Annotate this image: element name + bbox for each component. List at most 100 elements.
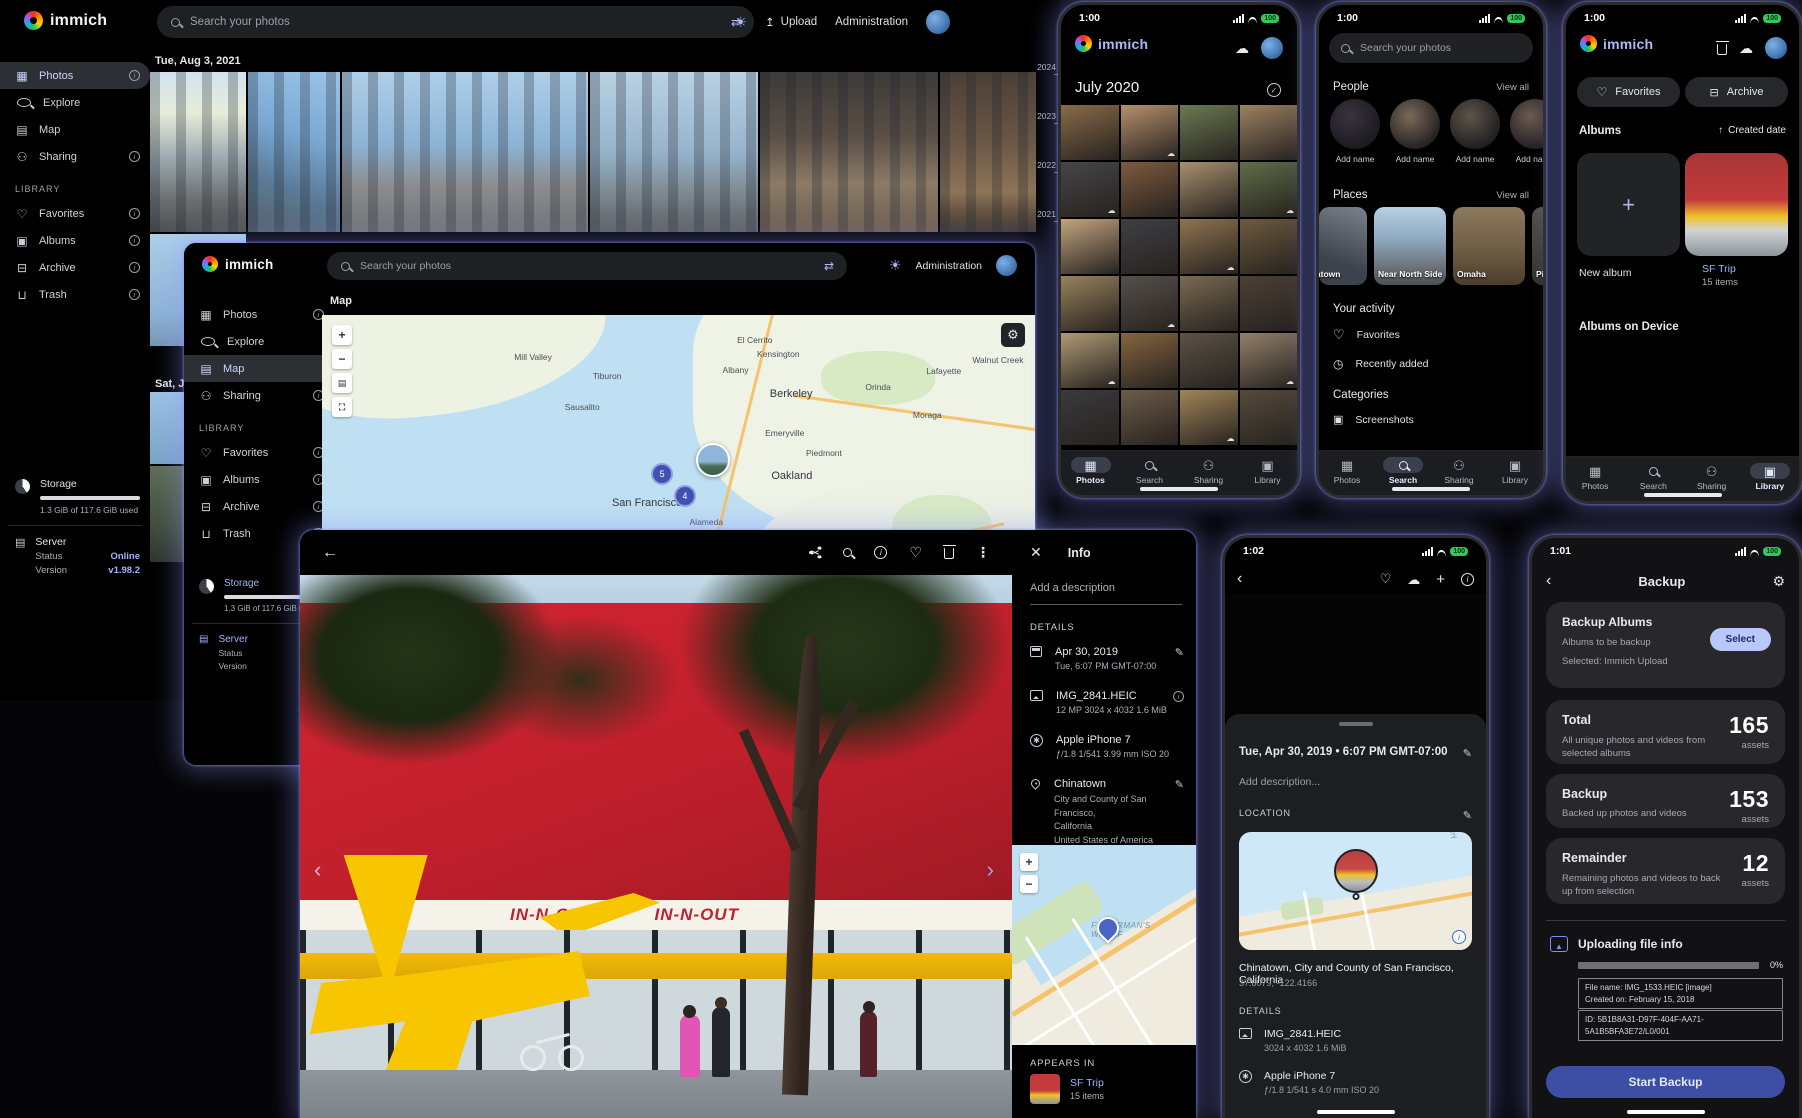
nav-item-sharing[interactable]: ⚇Sharing: [1189, 457, 1229, 485]
photo-thumbnail[interactable]: [1061, 105, 1119, 160]
timeline-scrubber[interactable]: 2024202320222021: [1036, 50, 1060, 250]
sidebar-item-photos[interactable]: ▦Photosi: [0, 62, 150, 89]
zoom-in-button[interactable]: +: [1020, 853, 1038, 871]
photo-thumbnail[interactable]: [1121, 390, 1179, 445]
sidebar-item-map[interactable]: ▤Map: [184, 355, 334, 382]
photo-thumbnail[interactable]: [1121, 162, 1179, 217]
person-item[interactable]: Add name: [1449, 99, 1501, 175]
nav-item-library[interactable]: ▣Library: [1750, 463, 1790, 491]
album-name[interactable]: SF Trip: [1702, 263, 1736, 275]
trash-icon[interactable]: [1717, 44, 1727, 55]
select-button[interactable]: Select: [1710, 628, 1771, 651]
archive-button[interactable]: ⊟Archive: [1685, 77, 1788, 107]
person-avatar[interactable]: [1390, 99, 1440, 149]
search-input[interactable]: Search your photos: [1329, 33, 1533, 63]
cloud-sync-icon[interactable]: ☁↑: [1235, 41, 1249, 55]
person-item[interactable]: Add name: [1389, 99, 1441, 175]
photo-thumbnail[interactable]: [940, 72, 1036, 232]
map-photo-marker[interactable]: [1334, 849, 1378, 893]
file-info-icon[interactable]: i: [1173, 691, 1184, 702]
album-name[interactable]: SF Trip: [1070, 1077, 1104, 1089]
sidebar-item-favorites[interactable]: ♡Favoritesi: [0, 200, 150, 227]
nav-item-search[interactable]: Search: [1383, 457, 1423, 485]
map-cluster-marker[interactable]: 4: [674, 485, 696, 507]
settings-gear-icon[interactable]: ⚙: [1772, 573, 1785, 590]
start-backup-button[interactable]: Start Backup: [1546, 1066, 1785, 1098]
more-options-icon[interactable]: ⋮: [976, 544, 990, 561]
photo-thumbnail[interactable]: [1180, 333, 1238, 388]
user-avatar[interactable]: [1261, 37, 1283, 59]
zoom-out-button[interactable]: −: [1020, 875, 1038, 893]
photo-thumbnail[interactable]: ☁: [1180, 390, 1238, 445]
place-card[interactable]: Near North Side: [1374, 207, 1446, 285]
photo-thumbnail[interactable]: [342, 72, 588, 232]
map-photo-marker[interactable]: [696, 443, 730, 477]
share-icon[interactable]: [809, 547, 821, 559]
favorites-row[interactable]: ♡Favorites: [1333, 327, 1400, 343]
photo-thumbnail[interactable]: [150, 72, 246, 232]
nav-item-library[interactable]: ▣Library: [1495, 457, 1535, 485]
nav-item-sharing[interactable]: ⚇Sharing: [1692, 463, 1732, 491]
places-view-all-link[interactable]: View all: [1496, 190, 1529, 201]
photo-thumbnail[interactable]: [1240, 219, 1298, 274]
zoom-in-button[interactable]: +: [332, 325, 352, 345]
sidebar-item-explore[interactable]: Explore: [0, 89, 150, 116]
favorites-button[interactable]: ♡Favorites: [1577, 77, 1680, 107]
place-card[interactable]: Pi: [1532, 207, 1543, 285]
sidebar-item-archive[interactable]: ⊟Archivei: [0, 254, 150, 281]
photo-thumbnail[interactable]: [1180, 162, 1238, 217]
nav-item-photos[interactable]: ▦Photos: [1071, 457, 1111, 485]
sort-button[interactable]: ↑Created date: [1718, 125, 1786, 136]
photo-thumbnail[interactable]: [760, 72, 938, 232]
nav-item-photos[interactable]: ▦Photos: [1575, 463, 1615, 491]
add-name-label[interactable]: Add name: [1336, 154, 1375, 164]
delete-icon[interactable]: [944, 548, 954, 559]
photo-thumbnail[interactable]: [248, 72, 340, 232]
fullscreen-button[interactable]: ⛶: [332, 397, 352, 417]
sidebar-item-albums[interactable]: ▣Albumsi: [0, 227, 150, 254]
sidebar-item-albums[interactable]: ▣Albumsi: [184, 466, 334, 493]
edit-datetime-icon[interactable]: ✎: [1463, 748, 1472, 760]
person-avatar[interactable]: [1450, 99, 1500, 149]
photo-thumbnail[interactable]: [1061, 390, 1119, 445]
add-icon[interactable]: +: [1436, 571, 1445, 588]
zoom-image-icon[interactable]: [843, 548, 852, 557]
map-info-icon[interactable]: i: [1452, 930, 1466, 944]
photo-thumbnail[interactable]: ☁: [1240, 162, 1298, 217]
description-field[interactable]: Add a description: [1030, 582, 1115, 594]
sidebar-item-explore[interactable]: Explore: [184, 328, 334, 355]
person-item[interactable]: Add name: [1509, 99, 1543, 175]
user-avatar[interactable]: [1765, 37, 1787, 59]
photo-thumbnail[interactable]: [1240, 390, 1298, 445]
edit-date-icon[interactable]: ✎: [1175, 646, 1184, 671]
upload-button[interactable]: ↥Upload: [765, 15, 817, 29]
recently-added-row[interactable]: ◷Recently added: [1333, 357, 1428, 371]
place-card[interactable]: Omaha: [1453, 207, 1525, 285]
info-icon[interactable]: i: [1461, 573, 1474, 586]
back-arrow-icon[interactable]: ←: [322, 544, 338, 562]
photo-thumbnail[interactable]: [1180, 276, 1238, 331]
photo-thumbnail[interactable]: [150, 392, 184, 464]
back-chevron-icon[interactable]: ‹: [1237, 570, 1242, 588]
sidebar-item-sharing[interactable]: ⚇Sharingi: [0, 143, 150, 170]
previous-photo-chevron[interactable]: ‹: [314, 857, 321, 883]
nav-item-search[interactable]: Search: [1130, 457, 1170, 485]
new-album-card[interactable]: +: [1577, 153, 1680, 256]
sidebar-item-photos[interactable]: ▦Photosi: [184, 301, 334, 328]
upload-cloud-icon[interactable]: ☁↑: [1407, 573, 1420, 586]
nav-item-library[interactable]: ▣Library: [1248, 457, 1288, 485]
info-icon[interactable]: i: [874, 546, 887, 559]
administration-link[interactable]: Administration: [835, 16, 908, 28]
people-view-all-link[interactable]: View all: [1496, 82, 1529, 93]
photo-thumbnail[interactable]: ☁: [1061, 333, 1119, 388]
add-name-label[interactable]: Add name: [1456, 154, 1495, 164]
photo-preview[interactable]: [1225, 594, 1486, 714]
photo-thumbnail[interactable]: ☁: [1061, 162, 1119, 217]
photo-thumbnail[interactable]: [1121, 219, 1179, 274]
sidebar-item-trash[interactable]: ⊔Trashi: [0, 281, 150, 308]
select-all-icon[interactable]: ✓: [1267, 83, 1281, 97]
nav-item-search[interactable]: Search: [1633, 463, 1673, 491]
favorite-heart-icon[interactable]: ♡: [909, 544, 922, 561]
photo-thumbnail[interactable]: [150, 466, 184, 562]
photo-thumbnail[interactable]: ☁: [1180, 219, 1238, 274]
